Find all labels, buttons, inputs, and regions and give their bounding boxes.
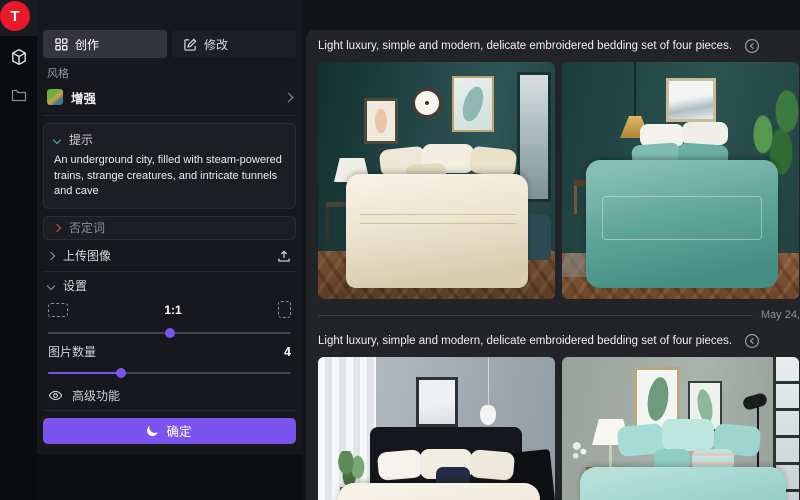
pillow [682,122,728,145]
results-feed: Light luxury, simple and modern, delicat… [306,30,800,500]
picture-frame [364,98,398,144]
count-slider[interactable] [43,368,296,378]
generated-image-3[interactable] [318,357,555,500]
generated-image-1[interactable] [318,62,555,299]
control-panel: 创作 修改 风格 增强 提示 [37,0,302,500]
portrait-ratio-icon[interactable] [278,301,291,318]
pillow [469,146,518,178]
table-lamp-base [609,445,612,467]
chevron-down-icon [53,135,61,143]
style-selector[interactable]: 增强 [43,85,296,109]
slider-track [48,372,291,374]
picture-frame [416,377,458,427]
chevron-right-icon [284,92,294,102]
tab-create-label: 创作 [75,36,99,53]
generation-title-row: Light luxury, simple and modern, delicat… [318,331,800,351]
picture-frame [666,78,716,122]
generated-image-4[interactable] [562,357,799,500]
embroidery-band [360,214,516,224]
divider [43,115,296,116]
bed-duvet [580,467,786,500]
divider [43,410,296,411]
pillow [469,449,515,481]
chevron-right-icon [53,224,61,232]
upload-section[interactable]: 上传图像 [43,247,296,265]
bed-duvet [338,483,540,500]
prompt-label: 提示 [69,131,93,148]
ratio-slider[interactable] [43,328,296,338]
prompt-text[interactable]: An underground city, filled with steam-p… [54,153,285,200]
pendant-lamp [480,405,496,425]
grid-icon [55,38,68,51]
negative-section[interactable]: 否定词 [43,216,296,240]
style-value: 增强 [71,88,277,107]
generation-title-row: Light luxury, simple and modern, delicat… [318,36,800,56]
folder-icon[interactable] [0,88,37,102]
circled-back-arrow-icon[interactable] [744,38,760,54]
slider-thumb[interactable] [116,368,126,378]
advanced-label: 高级功能 [72,387,120,404]
embroidery-band [602,196,762,240]
panel-content: 创作 修改 风格 增强 提示 [37,0,302,454]
generation-results [318,357,800,500]
bed-duvet [346,174,528,288]
settings-section[interactable]: 设置 [43,278,296,294]
generated-image-2[interactable] [562,62,799,299]
left-rail: T [0,0,37,500]
tab-modify-label: 修改 [204,36,228,53]
mode-tabs: 创作 修改 [43,30,296,58]
date-divider: May 24, [318,309,800,321]
pillow [377,449,423,481]
chevron-down-icon [47,282,55,290]
landscape-ratio-icon[interactable] [48,303,68,317]
slider-thumb[interactable] [165,328,175,338]
results-area: Light luxury, simple and modern, delicat… [302,0,800,500]
upload-label: 上传图像 [63,247,268,264]
pillow [662,419,714,451]
generation-group: Light luxury, simple and modern, delicat… [318,331,800,500]
crescent-icon [146,424,160,438]
advanced-toggle[interactable]: 高级功能 [43,388,296,404]
divider-line [318,315,753,316]
app-window: T 创作 [0,0,800,500]
prompt-section[interactable]: 提示 An underground city, filled with stea… [43,123,296,209]
pendant-cord [488,357,489,407]
style-thumbnail [47,89,63,105]
tab-create[interactable]: 创作 [43,30,167,58]
upload-icon [277,249,291,263]
generation-group: Light luxury, simple and modern, delicat… [318,36,800,321]
circled-back-arrow-icon[interactable] [744,333,760,349]
slider-track [48,332,291,334]
image-count-value: 4 [96,345,291,359]
avatar[interactable]: T [0,1,30,31]
confirm-label: 确定 [166,421,191,440]
edit-icon [184,38,197,51]
generation-results [318,62,800,299]
generation-title: Light luxury, simple and modern, delicat… [318,335,732,347]
plant [334,451,368,487]
tab-modify[interactable]: 修改 [172,30,296,58]
aspect-ratio-row: 1:1 [43,301,296,319]
style-label: 风格 [43,65,296,81]
wall-clock [412,88,442,118]
cube-icon[interactable] [0,48,37,66]
negative-label: 否定词 [69,219,105,236]
flowers [568,439,590,467]
image-count-row: 图片数量 4 [43,345,296,359]
settings-label: 设置 [63,277,87,294]
confirm-button[interactable]: 确定 [43,418,296,444]
image-count-label: 图片数量 [48,343,96,360]
eye-icon [48,389,63,402]
chevron-right-icon [47,252,55,260]
generation-title: Light luxury, simple and modern, delicat… [318,40,732,52]
ratio-value: 1:1 [68,303,278,317]
divider [43,271,296,272]
slider-fill [48,372,121,374]
generation-date: May 24, [761,309,800,321]
prompt-header: 提示 [54,131,285,148]
pendant-cord [634,62,636,118]
